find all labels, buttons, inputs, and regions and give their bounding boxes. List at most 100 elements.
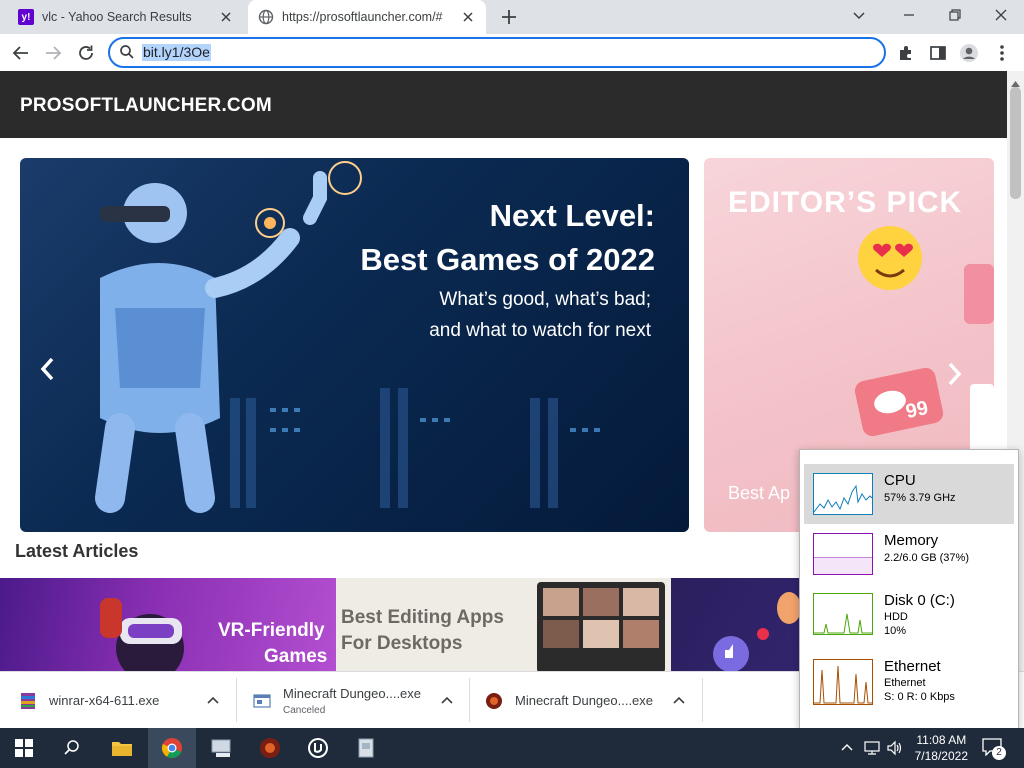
article-title-line1: Best Editing Apps — [341, 607, 504, 628]
side-panel-icon[interactable] — [927, 42, 949, 64]
chevron-up-icon[interactable] — [440, 694, 454, 708]
article-card-editing-apps[interactable]: Best Editing Apps For Desktops — [336, 578, 671, 671]
chrome-button[interactable] — [148, 728, 196, 768]
winrar-icon — [21, 692, 35, 709]
perf-name: Ethernet — [884, 658, 941, 675]
download-status: Canceled — [283, 704, 326, 716]
folder-icon — [112, 742, 132, 756]
browser-toolbar: bit.ly1/3Oe — [0, 34, 1024, 72]
carousel-prev-icon[interactable] — [36, 354, 60, 384]
perf-value: 57% 3.79 GHz — [884, 492, 956, 504]
forward-button[interactable] — [42, 42, 64, 64]
disk-graph — [813, 593, 873, 635]
show-hidden-icons-chevron-icon[interactable] — [840, 740, 854, 757]
minecraft-dungeons-button[interactable] — [246, 728, 294, 768]
divider — [236, 678, 237, 722]
hero-title-line2: Best Games of 2022 — [360, 242, 655, 277]
vr-headset-illustration — [100, 598, 184, 671]
new-tab-button[interactable] — [498, 6, 520, 28]
restore-button[interactable] — [942, 4, 968, 26]
close-tab-icon[interactable] — [218, 9, 234, 25]
perf-value: Ethernet — [884, 677, 926, 689]
search-icon — [119, 44, 135, 63]
notification-center-icon[interactable]: 2 — [982, 738, 1006, 760]
extensions-icon[interactable] — [895, 42, 917, 64]
close-window-button[interactable] — [988, 4, 1014, 26]
hero-title-line1: Next Level: — [489, 198, 655, 233]
windows-logo-icon — [15, 739, 33, 757]
volume-icon[interactable] — [886, 740, 904, 759]
perf-item-memory[interactable]: Memory 2.2/6.0 GB (37%) — [804, 524, 1014, 584]
windows-taskbar: 11:08 AM 7/18/2022 2 — [0, 728, 1024, 768]
memory-graph — [813, 533, 873, 575]
start-button[interactable] — [0, 728, 48, 768]
perf-value-2: S: 0 R: 0 Kbps — [884, 691, 955, 703]
tab-strip: y! vlc - Yahoo Search Results https://pr… — [0, 0, 1024, 34]
close-tab-icon[interactable] — [460, 9, 476, 25]
perf-value: HDD — [884, 611, 908, 623]
tab-search-chevron-icon[interactable] — [846, 4, 872, 26]
perf-value: 2.2/6.0 GB (37%) — [884, 552, 969, 564]
chevron-up-icon[interactable] — [206, 694, 220, 708]
tab-prosoftlauncher[interactable]: https://prosoftlauncher.com/# — [248, 0, 486, 34]
chevron-up-icon[interactable] — [672, 694, 686, 708]
site-header: PROSOFTLAUNCHER.COM — [0, 71, 1007, 138]
download-item[interactable]: winrar-x64-611.exe — [19, 672, 235, 729]
perf-item-ethernet[interactable]: Ethernet Ethernet S: 0 R: 0 Kbps — [804, 650, 1014, 710]
laptop-photo-illustration — [537, 582, 665, 671]
article-title-line2: Games — [264, 646, 328, 667]
ethernet-graph — [813, 659, 873, 705]
installer-icon — [358, 738, 374, 758]
likes-badge: 99 — [903, 396, 931, 424]
perf-item-cpu[interactable]: CPU 57% 3.79 GHz — [804, 464, 1014, 524]
perf-name: Disk 0 (C:) — [884, 592, 955, 609]
article-card-vr[interactable]: VR-Friendly Games — [0, 578, 336, 671]
latest-articles-heading: Latest Articles — [15, 541, 139, 561]
perf-value-2: 10% — [884, 625, 907, 637]
perf-item-disk[interactable]: Disk 0 (C:) HDD 10% — [804, 584, 1014, 644]
chrome-icon — [161, 738, 182, 758]
notification-count-badge: 2 — [992, 746, 1006, 760]
search-button[interactable] — [48, 728, 96, 768]
article-title-line2: For Desktops — [341, 633, 463, 654]
tab-title: https://prosoftlauncher.com/# — [282, 10, 443, 24]
carousel-next-icon[interactable] — [942, 359, 966, 389]
clock-time: 11:08 AM — [916, 733, 967, 747]
download-filename: Minecraft Dungeo....exe — [515, 693, 654, 708]
network-icon[interactable] — [863, 740, 881, 759]
yahoo-icon: y! — [18, 9, 34, 25]
back-button[interactable] — [10, 42, 32, 64]
system-clock[interactable]: 11:08 AM 7/18/2022 — [915, 732, 968, 764]
editors-pick-title: EDITOR’S PICK — [728, 186, 963, 219]
menu-kebab-icon[interactable] — [991, 42, 1013, 64]
globe-icon — [258, 9, 274, 25]
minecraft-dungeons-icon — [486, 692, 502, 709]
perf-name: CPU — [884, 472, 916, 489]
tab-yahoo-search[interactable]: y! vlc - Yahoo Search Results — [8, 0, 244, 34]
url-text[interactable]: bit.ly1/3Oe — [142, 44, 211, 61]
unreal-engine-button[interactable] — [294, 728, 342, 768]
emoji-illustration — [854, 226, 994, 464]
installer-button[interactable] — [342, 728, 390, 768]
download-item[interactable]: Minecraft Dungeo....exe — [485, 672, 701, 729]
minimize-button[interactable] — [896, 4, 922, 26]
reload-button[interactable] — [75, 42, 97, 64]
file-explorer-button[interactable] — [98, 728, 146, 768]
hero-subtitle-line1: What’s good, what’s bad; — [439, 289, 651, 310]
site-logo-text[interactable]: PROSOFTLAUNCHER.COM — [20, 95, 272, 117]
address-bar[interactable]: bit.ly1/3Oe — [108, 37, 886, 68]
scrollbar-thumb[interactable] — [1010, 87, 1021, 199]
tab-title: vlc - Yahoo Search Results — [42, 10, 192, 24]
perf-name: Memory — [884, 532, 939, 549]
app-button[interactable] — [198, 728, 246, 768]
download-filename: Minecraft Dungeo....exe — [283, 685, 422, 701]
minecraft-dungeons-icon — [260, 738, 280, 758]
clock-date: 7/18/2022 — [914, 749, 968, 763]
download-item[interactable]: Minecraft Dungeo....exe Canceled — [253, 672, 468, 729]
profile-avatar-icon[interactable] — [958, 42, 980, 64]
computer-icon — [211, 739, 231, 757]
cpu-graph — [813, 473, 873, 515]
file-icon — [253, 693, 271, 708]
divider — [702, 678, 703, 722]
hero-slide[interactable]: Next Level: Best Games of 2022 What’s go… — [20, 158, 689, 532]
